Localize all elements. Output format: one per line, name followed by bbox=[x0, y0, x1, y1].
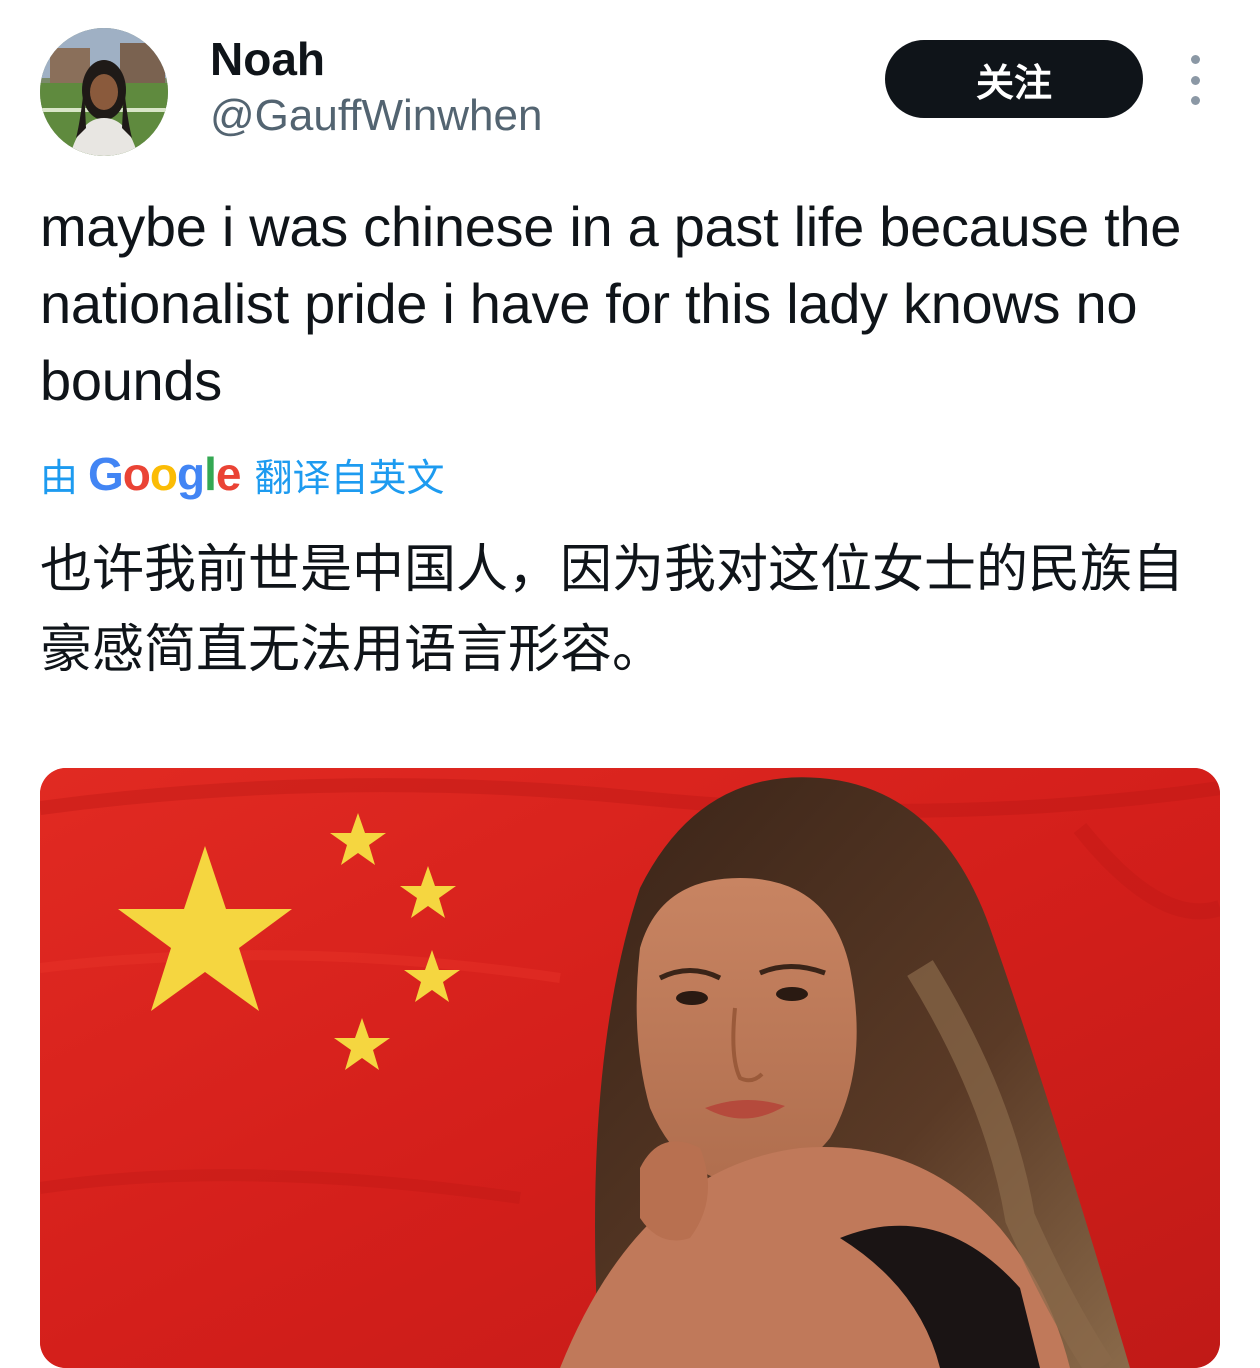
author-name[interactable]: Noah bbox=[210, 32, 325, 86]
tweet-text: maybe i was chinese in a past life becau… bbox=[40, 195, 1182, 412]
more-dot bbox=[1190, 55, 1200, 64]
translated-text: 也许我前世是中国人，因为我对这位女士的民族自豪感简直无法用语言形容。 bbox=[40, 540, 1185, 680]
translation-prefix: 由 bbox=[40, 455, 79, 500]
tweet-media-image[interactable] bbox=[40, 768, 1220, 1368]
translation-attribution[interactable]: 由 Google 翻译自英文 bbox=[40, 444, 445, 504]
more-dot bbox=[1190, 75, 1200, 85]
more-dot bbox=[1190, 96, 1200, 105]
author-handle[interactable]: @GauffWinwhen bbox=[210, 90, 542, 142]
translation-suffix: 翻译自英文 bbox=[254, 455, 445, 500]
more-options-icon[interactable] bbox=[1180, 55, 1210, 105]
tweet-header: Noah @GauffWinwhen 关注 bbox=[0, 0, 1260, 170]
avatar[interactable] bbox=[40, 28, 168, 156]
media-photo bbox=[40, 768, 1220, 1368]
google-logo: Google bbox=[88, 448, 241, 500]
avatar-image bbox=[40, 28, 168, 156]
follow-button[interactable]: 关注 bbox=[885, 40, 1143, 118]
